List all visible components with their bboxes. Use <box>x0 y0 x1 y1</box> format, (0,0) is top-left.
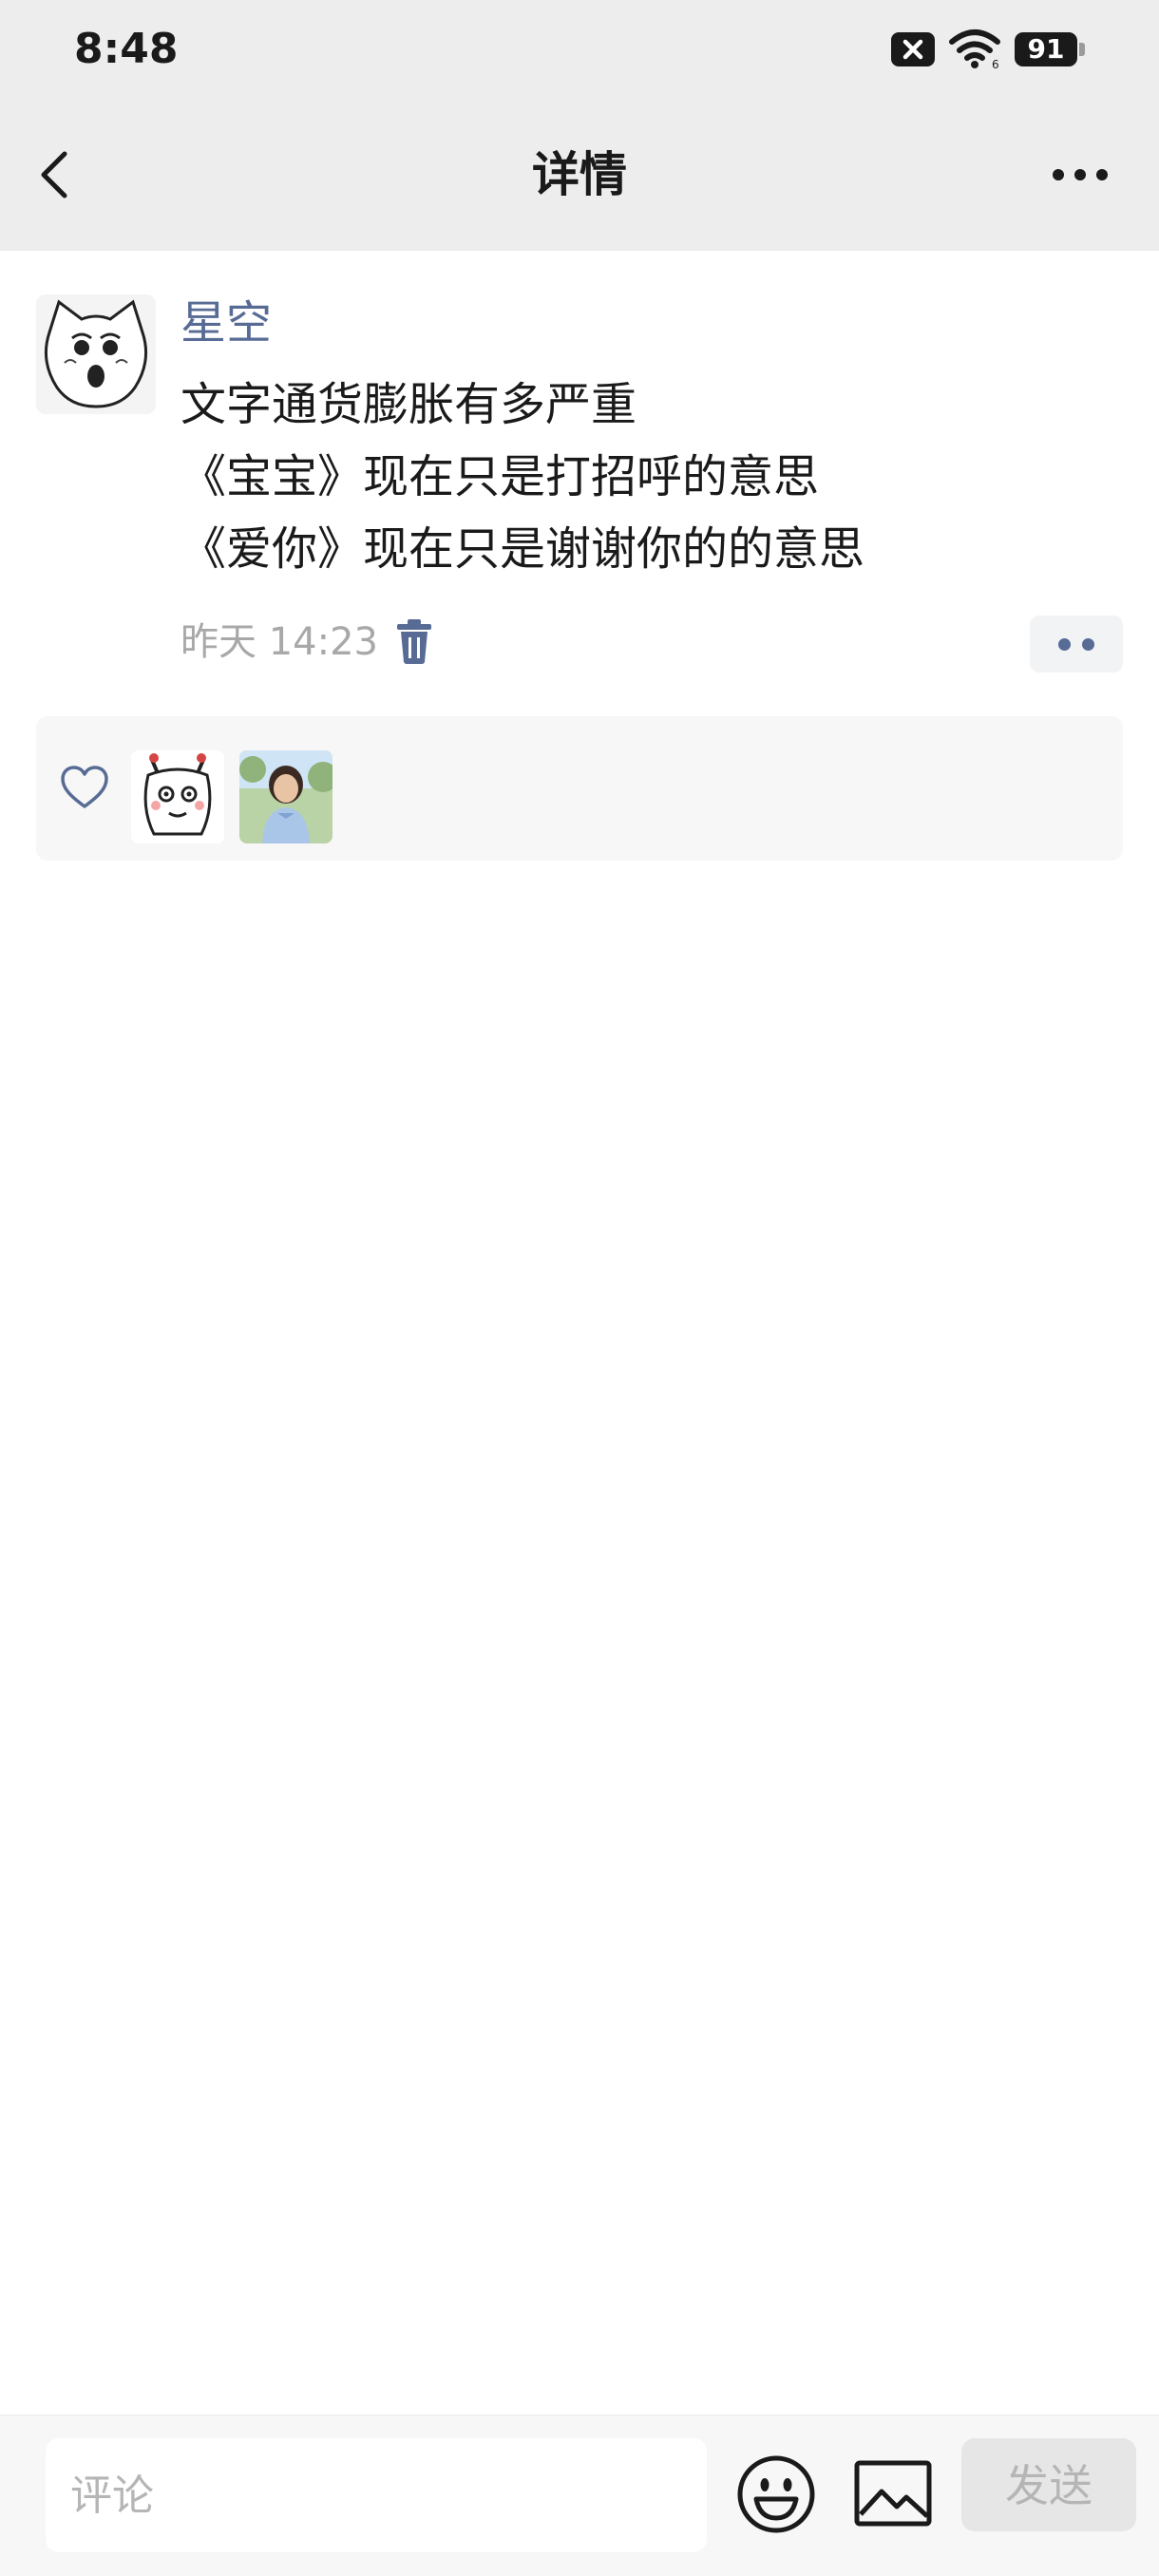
battery-tip <box>1079 43 1085 56</box>
nav-bar: 详情 <box>0 99 1159 251</box>
post-text: 文字通货膨胀有多严重 《宝宝》现在只是打招呼的意思 《爱你》现在只是谢谢你的的意… <box>180 369 1130 585</box>
smiley-icon <box>737 2455 815 2533</box>
author-name[interactable]: 星空 <box>180 291 272 355</box>
trash-icon <box>397 619 431 664</box>
comment-input[interactable] <box>46 2438 707 2552</box>
emoji-button[interactable] <box>735 2453 817 2535</box>
send-button[interactable]: 发送 <box>961 2438 1136 2531</box>
image-icon <box>854 2460 932 2527</box>
cartoon-avatar-image <box>131 750 224 843</box>
more-button[interactable] <box>1047 146 1113 203</box>
post-line: 《宝宝》现在只是打招呼的意思 <box>180 450 820 503</box>
battery-icon: 91 <box>1015 32 1077 66</box>
post-line: 《爱你》现在只是谢谢你的的意思 <box>180 522 865 576</box>
comment-bar: 发送 <box>0 2415 1159 2576</box>
cat-avatar-image <box>36 294 156 414</box>
post-time: 昨天 14:23 <box>180 620 378 664</box>
svg-text:6: 6 <box>992 58 999 70</box>
page-title: 详情 <box>532 147 627 202</box>
sim-blocked-icon <box>891 32 935 66</box>
two-dots-icon <box>1058 638 1071 651</box>
delete-button[interactable] <box>393 618 435 666</box>
battery-level: 91 <box>1027 33 1065 65</box>
status-icons: 6 91 <box>891 28 1085 71</box>
more-dots-icon <box>1053 169 1108 180</box>
status-time: 8:48 <box>74 25 179 73</box>
post-meta: 昨天 14:23 <box>180 612 435 672</box>
post-line: 文字通货膨胀有多严重 <box>180 378 637 431</box>
status-bar: 8:48 6 91 <box>0 0 1159 99</box>
liker-avatar[interactable] <box>239 750 332 843</box>
author-avatar[interactable] <box>36 294 156 414</box>
liker-avatar[interactable] <box>131 750 224 843</box>
post-action-button[interactable] <box>1030 616 1123 672</box>
likes-panel <box>36 716 1123 861</box>
image-button[interactable] <box>853 2459 933 2528</box>
wifi-icon: 6 <box>948 28 1001 71</box>
heart-icon <box>59 764 110 811</box>
two-dots-icon <box>1082 638 1094 651</box>
photo-avatar-image <box>239 750 332 843</box>
